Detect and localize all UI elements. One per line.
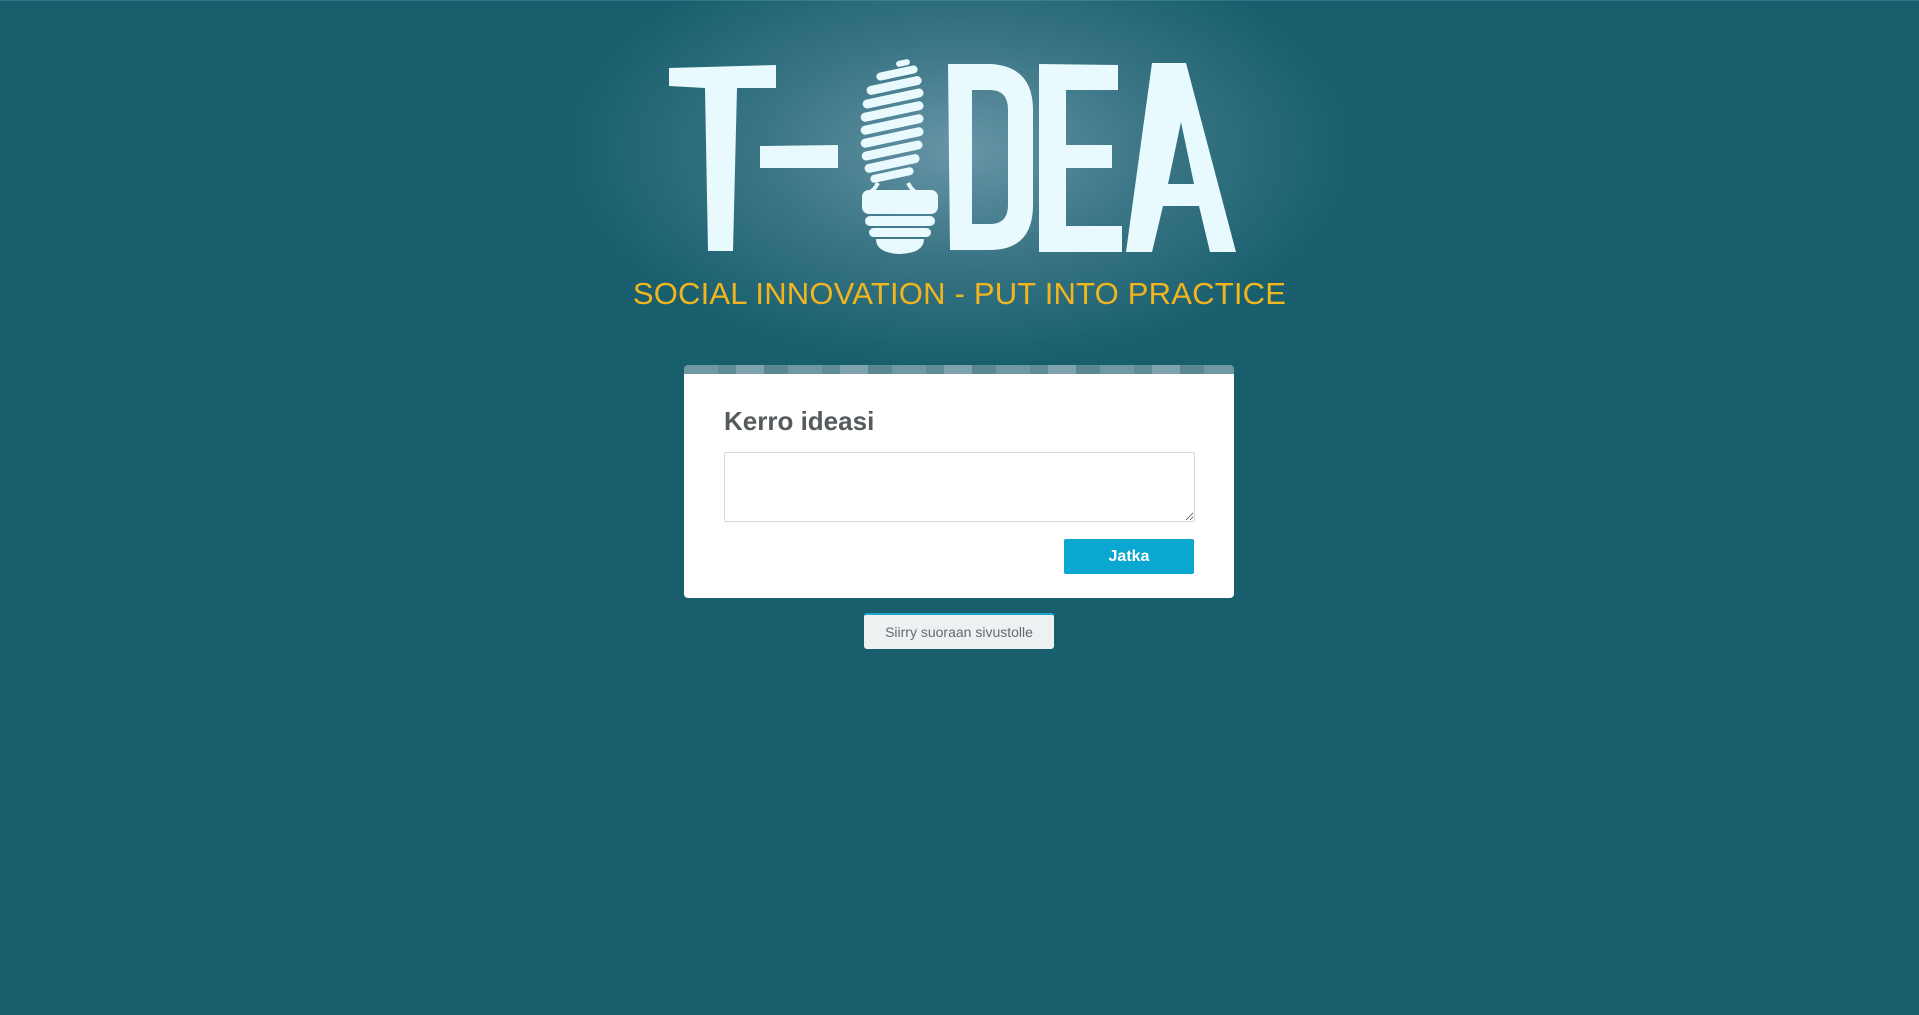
logo-letter-e [1039,64,1122,252]
logo-letter-t [669,65,776,251]
logo-letter-d [948,64,1033,250]
card-title: Kerro ideasi [724,406,875,436]
logo-letter-a [1126,63,1236,252]
tagline: SOCIAL INNOVATION - PUT INTO PRACTICE [632,276,1287,311]
lightbulb-icon [860,59,938,254]
t-idea-logo [669,59,1236,254]
card-header-strip [684,365,1234,374]
page: SOCIAL INNOVATION - PUT INTO PRACTICE Ke… [0,0,1919,1015]
logo-dash [760,145,838,168]
continue-button[interactable]: Jatka [1064,539,1194,574]
idea-input[interactable] [724,452,1195,522]
idea-card: Kerro ideasi Jatka [684,374,1234,598]
skip-to-site-button[interactable]: Siirry suoraan sivustolle [864,613,1054,649]
